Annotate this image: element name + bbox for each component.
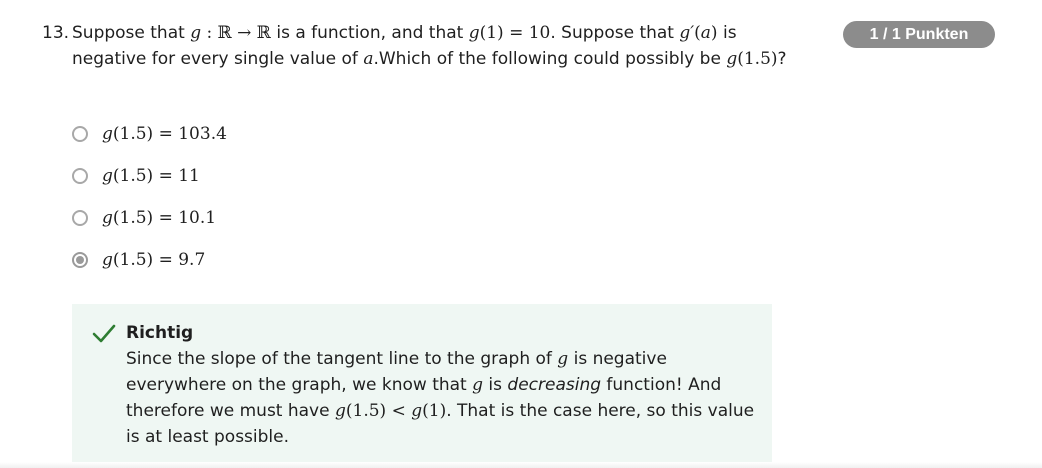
answer-option-label: g(1.5) = 10.1 [102, 208, 216, 228]
answer-option[interactable]: g(1.5) = 11 [72, 155, 227, 197]
question-text-part: ? [777, 49, 787, 69]
math-variable: a [700, 23, 711, 43]
math-variable: g [468, 23, 480, 43]
feedback-emphasis: decreasing [507, 375, 602, 395]
math-expression: (1) = 10 [479, 23, 551, 43]
feedback-text-part: is [483, 375, 508, 395]
score-badge: 1 / 1 Punkten [843, 21, 995, 48]
radio-unselected-icon[interactable] [72, 168, 88, 184]
feedback-panel: Richtig Since the slope of the tangent l… [72, 304, 772, 464]
answer-option-label: g(1.5) = 11 [102, 166, 200, 186]
answer-options: g(1.5) = 103.4 g(1.5) = 11 g(1.5) = 10.1… [72, 113, 227, 281]
math-expression: ( [694, 23, 701, 43]
math-expression: (1.5) = 103.4 [112, 124, 227, 144]
math-variable: g [557, 349, 569, 369]
answer-option[interactable]: g(1.5) = 10.1 [72, 197, 227, 239]
bottom-divider [0, 462, 1042, 468]
feedback-explanation: Since the slope of the tangent line to t… [126, 346, 761, 450]
question-number: 13. [42, 23, 70, 43]
math-variable: g [190, 23, 202, 43]
radio-selected-icon[interactable] [72, 252, 88, 268]
answer-option[interactable]: g(1.5) = 103.4 [72, 113, 227, 155]
math-variable: g [411, 401, 423, 421]
question-text-part: Suppose that [72, 23, 191, 43]
math-variable: g [102, 166, 113, 186]
math-expression: ) [710, 23, 718, 43]
math-expression: (1.5) = 11 [112, 166, 200, 186]
answer-option-label: g(1.5) = 103.4 [102, 124, 227, 144]
feedback-title: Richtig [126, 323, 194, 343]
question-text: Suppose that g : ℝ → ℝ is a function, an… [72, 20, 792, 72]
feedback-text-part: Since the slope of the tangent line to t… [126, 349, 558, 369]
math-variable: g [472, 375, 484, 395]
math-variable: g [726, 49, 738, 69]
math-variable: g [102, 250, 113, 270]
radio-unselected-icon[interactable] [72, 210, 88, 226]
answer-option-selected[interactable]: g(1.5) = 9.7 [72, 239, 227, 281]
math-expression: (1.5) = 10.1 [112, 208, 217, 228]
math-expression: (1) [422, 401, 447, 421]
math-variable: g [334, 401, 346, 421]
radio-unselected-icon[interactable] [72, 126, 88, 142]
math-expression: (1.5) [737, 49, 778, 69]
math-variable: a [363, 49, 374, 69]
question-text-part: is a function, and that [270, 23, 469, 43]
math-expression: (1.5) = 9.7 [112, 250, 206, 270]
math-variable: g [102, 124, 113, 144]
math-expression: (1.5) < [345, 401, 412, 421]
math-expression: : ℝ → ℝ [201, 23, 271, 43]
math-variable: g [102, 208, 113, 228]
question-text-part: .Which of the following could possibly b… [373, 49, 727, 69]
checkmark-icon [92, 324, 116, 343]
answer-option-label: g(1.5) = 9.7 [102, 250, 205, 270]
math-variable: g′ [679, 23, 695, 43]
question-text-part: . Suppose that [550, 23, 680, 43]
